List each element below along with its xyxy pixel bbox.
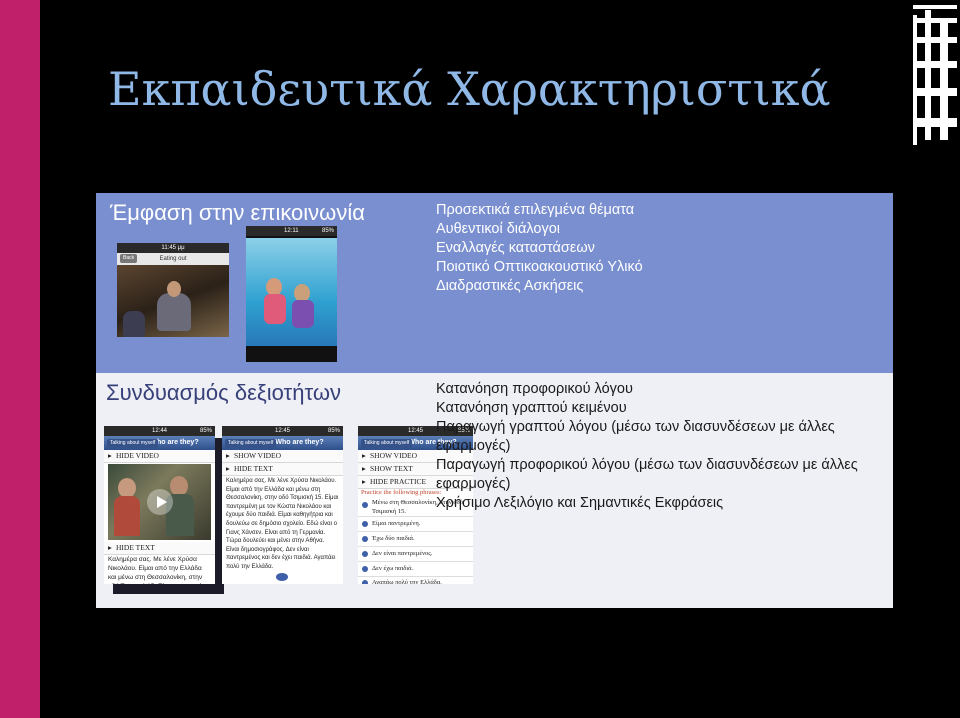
decorative-block	[913, 88, 957, 96]
practice-phrase: Αγαπάω πολύ την Ελλάδα.	[358, 576, 473, 584]
list-item: Προσεκτικά επιλεγμένα θέματα	[436, 202, 635, 218]
list-item: Παραγωγή προφορικού λόγου (μέσω των διασ…	[436, 457, 858, 492]
show-video-row: SHOW VIDEO	[222, 450, 343, 463]
hide-text-row: HIDE TEXT	[222, 463, 343, 476]
status-bar: 11:45 μμ	[117, 243, 229, 253]
list-item: Διαδραστικές Ασκήσεις	[436, 278, 584, 294]
practice-phrase: Έχω δύο παιδιά.	[358, 532, 473, 547]
status-bar: 12:44 85%	[104, 426, 215, 436]
dialogue-text: Καλημέρα σας. Με λένε Χρύσα Νικολάου. Εί…	[226, 478, 339, 570]
app-logo-icon	[276, 573, 288, 581]
decorative-block	[913, 37, 957, 43]
practice-phrase: Δεν έχω παιδιά.	[358, 562, 473, 577]
decorative-block	[925, 10, 931, 140]
communication-list: Προσεκτικά επιλεγμένα θέματα Αυθεντικοί …	[436, 201, 643, 296]
list-item: Αυθεντικοί διάλογοι	[436, 221, 561, 237]
practice-phrase: Είμαι παντρεμένη.	[358, 517, 473, 532]
video-player	[108, 464, 211, 540]
list-item: Χρήσιμο Λεξιλόγιο και Σημαντικές Εκφράσε…	[436, 495, 724, 511]
decorative-block	[913, 118, 957, 127]
app-screenshot-text: 12:45 85% Who are they? Talking about my…	[222, 426, 343, 584]
skills-list: Κατανόηση προφορικού λόγου Κατανόηση γρα…	[436, 380, 876, 513]
left-accent-stripe	[0, 0, 40, 718]
screen-title: Eating out	[159, 256, 187, 262]
list-item: Εναλλαγές καταστάσεων	[436, 240, 595, 256]
decorative-block	[913, 61, 957, 68]
decorative-block	[913, 15, 917, 145]
section-heading-skills: Συνδυασμός δεξιοτήτων	[106, 380, 342, 405]
section-heading-communication: Έμφαση στην επικοινωνία	[110, 200, 365, 225]
pool-video-frame	[246, 238, 337, 346]
status-bar: 12:45 85%	[222, 426, 343, 436]
back-button: Talking about myself	[107, 439, 159, 448]
back-button: Talking about myself	[361, 439, 413, 448]
status-bar: 12:11 85%	[246, 226, 337, 236]
hide-text-row: HIDE TEXT	[104, 542, 215, 555]
list-item: Παραγωγή γραπτού λόγου (μέσω των διασυνδ…	[436, 419, 835, 454]
decorative-block	[913, 5, 957, 9]
list-item: Κατανόηση γραπτού κειμένου	[436, 400, 627, 416]
list-item: Κατανόηση προφορικού λόγου	[436, 381, 633, 397]
practice-label: Practice the following phrases:	[361, 489, 442, 496]
hide-video-row: HIDE VIDEO	[104, 450, 215, 463]
restaurant-video-frame	[117, 265, 229, 337]
play-icon	[146, 489, 173, 515]
slide-title: Εκπαιδευτικά Χαρακτηριστικά	[108, 62, 831, 116]
dialogue-text: Καλημέρα σας. Με λένε Χρύσα Νικολάου. Εί…	[108, 556, 209, 584]
decorative-block	[940, 20, 948, 140]
decorative-block	[913, 18, 957, 23]
practice-phrase: Δεν είναι παντρεμένος.	[358, 547, 473, 562]
app-screenshot-pool: 12:11 85%	[246, 226, 337, 362]
app-screenshot-video: 12:44 85% Who are they? Talking about my…	[104, 426, 215, 584]
list-item: Ποιοτικό Οπτικοακουστικό Υλικό	[436, 259, 643, 275]
app-screenshot-restaurant: 11:45 μμ Back Eating out	[117, 243, 229, 337]
back-button: Talking about myself	[225, 439, 277, 448]
